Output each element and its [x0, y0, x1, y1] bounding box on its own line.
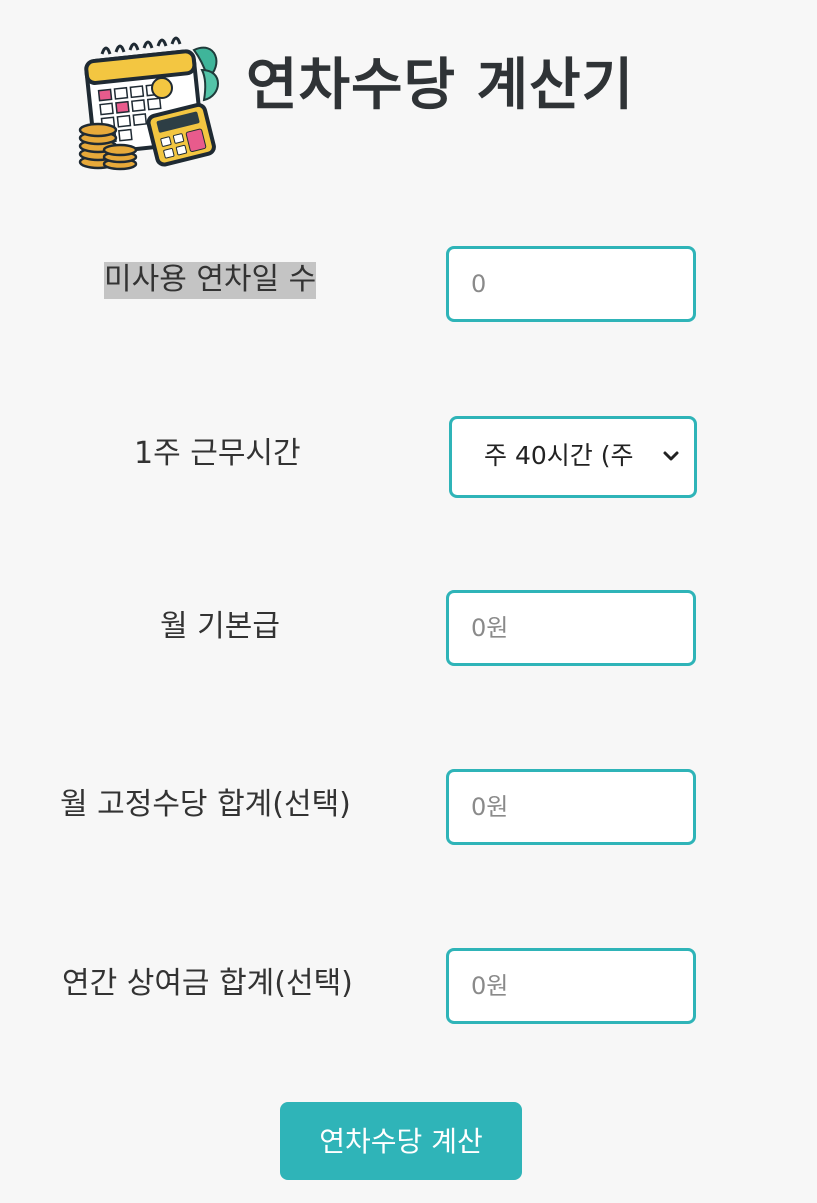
fixed-allowance-label: 월 고정수당 합계(선택) [60, 787, 351, 822]
unused-leave-label-text: 미사용 연차일 수 [104, 262, 317, 299]
annual-bonus-label: 연간 상여금 합계(선택) [62, 966, 353, 1001]
page-title: 연차수당 계산기 [246, 53, 635, 118]
fixed-allowance-input[interactable] [446, 769, 696, 845]
weekly-hours-label: 1주 근무시간 [134, 436, 301, 471]
base-salary-input[interactable] [446, 590, 696, 666]
base-salary-label: 월 기본급 [160, 609, 280, 644]
unused-leave-input[interactable] [446, 246, 696, 322]
weekly-hours-selected-value: 주 40시간 (주 [484, 441, 634, 470]
annual-bonus-input[interactable] [446, 948, 696, 1024]
chevron-down-icon [663, 451, 679, 461]
calculator-page: 연차수당 계산기 미사용 연차일 수 1주 근무시간 주 40시간 (주 월 기… [0, 0, 817, 1203]
weekly-hours-select[interactable]: 주 40시간 (주 [449, 416, 697, 498]
calculate-button[interactable]: 연차수당 계산 [280, 1102, 522, 1180]
calendar-logo-icon [78, 36, 219, 171]
unused-leave-label: 미사용 연차일 수 [104, 262, 317, 299]
